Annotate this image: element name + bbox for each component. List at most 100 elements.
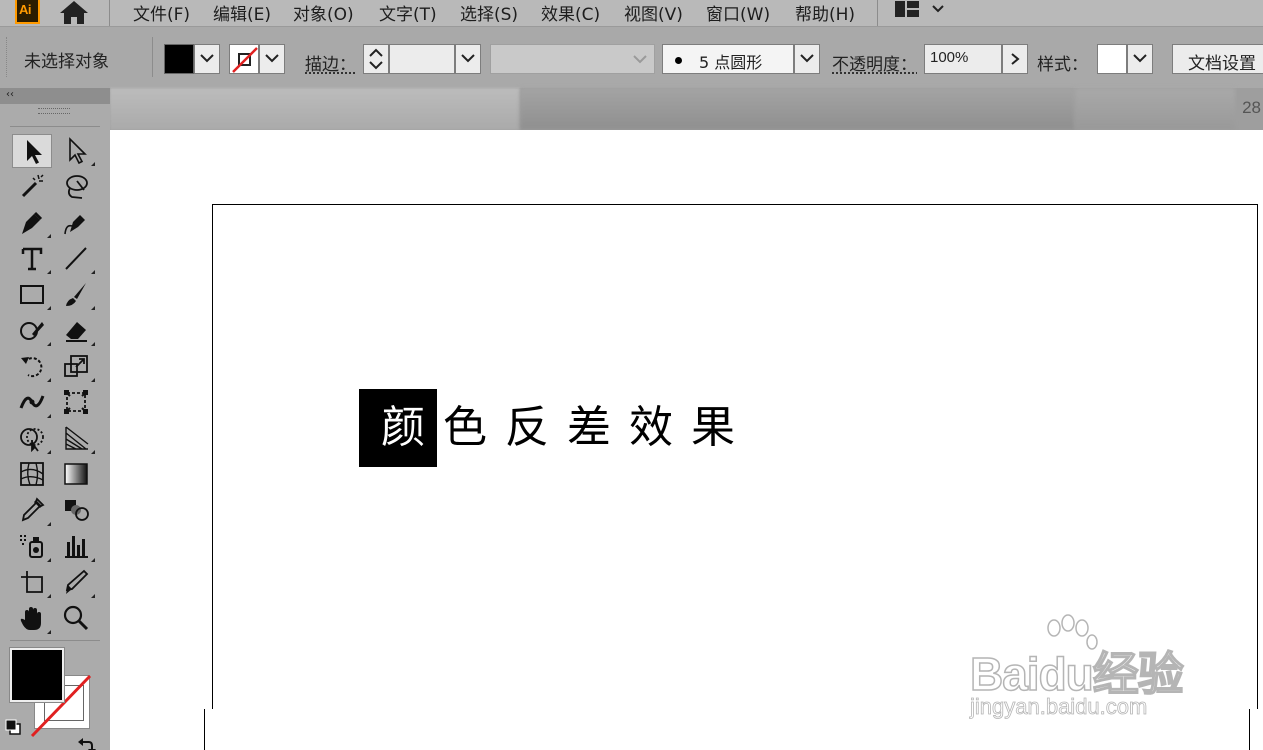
selection-tool[interactable]	[12, 134, 52, 168]
menu-window[interactable]: 窗口(W)	[706, 0, 770, 26]
fill-swatch[interactable]	[164, 44, 194, 74]
direct-selection-tool[interactable]	[56, 134, 96, 168]
menu-object[interactable]: 对象(O)	[293, 0, 354, 26]
rectangle-icon	[20, 285, 44, 304]
chevron-down-icon	[265, 54, 279, 63]
hand-icon	[20, 607, 41, 630]
stroke-weight-stepper[interactable]	[363, 44, 389, 74]
graphic-style-dropdown[interactable]	[1127, 44, 1153, 74]
control-separator	[152, 37, 153, 77]
document-tab[interactable]	[110, 88, 520, 130]
eyedropper-tool[interactable]	[12, 494, 52, 528]
word-char-5[interactable]: 效	[629, 402, 673, 454]
width-tool[interactable]	[12, 386, 52, 420]
fill-color-swatch[interactable]	[9, 647, 65, 703]
menu-separator	[877, 0, 878, 26]
artboard-tool[interactable]	[12, 566, 52, 600]
type-tool[interactable]	[12, 242, 52, 276]
curvature-tool[interactable]	[56, 206, 96, 240]
eraser-tool[interactable]	[56, 314, 96, 348]
mesh-tool[interactable]	[12, 458, 52, 492]
brush-shape: 点圆形	[714, 53, 763, 72]
symbol-sprayer-icon	[20, 535, 43, 558]
paintbrush-tool[interactable]	[56, 278, 96, 312]
perspective-grid-icon	[65, 426, 89, 450]
knife-icon	[65, 569, 89, 594]
magic-wand-tool[interactable]	[12, 170, 52, 204]
shaper-tool[interactable]	[12, 314, 52, 348]
slice-tool[interactable]	[56, 566, 96, 600]
stroke-swatch[interactable]	[229, 44, 259, 74]
menu-type[interactable]: 文字(T)	[379, 0, 437, 26]
workspace-switcher-icon[interactable]	[895, 0, 951, 22]
gradient-icon	[64, 463, 88, 485]
opacity-slider-button[interactable]	[1002, 44, 1028, 74]
stroke-weight-input[interactable]	[389, 44, 455, 74]
collapse-icon[interactable]: ‹‹	[6, 89, 14, 100]
control-bar-grip[interactable]	[6, 37, 9, 77]
word-char-4[interactable]: 差	[567, 402, 611, 454]
chevron-down-icon	[1133, 54, 1147, 63]
stroke-weight-dropdown[interactable]	[455, 44, 481, 74]
eraser-icon	[66, 322, 87, 342]
zoom-tool[interactable]	[56, 602, 96, 636]
blend-tool[interactable]	[56, 494, 96, 528]
tools-panel-header[interactable]: ‹‹	[0, 88, 110, 104]
document-tab[interactable]	[1075, 88, 1235, 130]
menu-select[interactable]: 选择(S)	[460, 0, 518, 26]
free-transform-tool[interactable]	[56, 386, 96, 420]
hollow-arrow-icon	[69, 137, 87, 164]
rectangle-tool[interactable]	[12, 278, 52, 312]
opacity-input[interactable]: 100%	[924, 44, 1002, 74]
brush-dropdown[interactable]	[794, 44, 820, 74]
menu-file[interactable]: 文件(F)	[133, 0, 190, 26]
artboard-edge	[104, 709, 1263, 750]
chevron-down-icon	[200, 54, 214, 63]
stroke-dropdown[interactable]	[259, 44, 285, 74]
hand-tool[interactable]	[12, 602, 52, 636]
column-graph-tool[interactable]	[56, 530, 96, 564]
app-logo-icon[interactable]: Ai	[15, 0, 40, 24]
brush-points: 5	[699, 53, 710, 72]
width-icon	[19, 395, 45, 409]
menu-effect[interactable]: 效果(C)	[541, 0, 600, 26]
brush-definition[interactable]: 5 点圆形	[662, 44, 794, 74]
symbol-sprayer-tool[interactable]	[12, 530, 52, 564]
document-tab[interactable]	[520, 88, 1075, 130]
word-char-3[interactable]: 反	[505, 402, 549, 454]
menu-help[interactable]: 帮助(H)	[795, 0, 855, 26]
tools-panel-grip[interactable]	[38, 108, 70, 114]
stroke-label[interactable]: 描边：	[305, 50, 356, 75]
menu-edit[interactable]: 编辑(E)	[213, 0, 271, 26]
line-segment-tool[interactable]	[56, 242, 96, 276]
line-icon	[65, 247, 87, 270]
lasso-tool[interactable]	[56, 170, 96, 204]
perspective-grid-tool[interactable]	[56, 422, 96, 456]
mesh-icon	[20, 462, 44, 486]
scale-tool[interactable]	[56, 350, 96, 384]
menu-separator	[109, 0, 110, 26]
chevron-down-icon	[633, 55, 647, 64]
scale-icon	[64, 355, 88, 377]
word-char-6[interactable]: 果	[691, 402, 735, 454]
column-graph-icon	[65, 536, 88, 558]
tools-panel-edge	[104, 709, 110, 750]
magnifier-icon	[63, 605, 89, 631]
word-char-2[interactable]: 色	[443, 402, 487, 454]
rotate-tool[interactable]	[12, 350, 52, 384]
document-setup-button[interactable]: 文档设置	[1172, 44, 1263, 74]
free-transform-icon	[64, 390, 88, 414]
arrow-icon	[27, 140, 42, 164]
magic-wand-icon	[21, 174, 44, 198]
pen-tool[interactable]	[12, 206, 52, 240]
default-fill-stroke-icon[interactable]	[4, 718, 22, 736]
graphic-style-swatch[interactable]	[1097, 44, 1127, 74]
gradient-tool[interactable]	[56, 458, 96, 492]
shape-builder-tool[interactable]	[12, 422, 52, 456]
fill-dropdown[interactable]	[194, 44, 220, 74]
opacity-label[interactable]: 不透明度：	[832, 50, 917, 75]
home-icon[interactable]	[58, 0, 90, 26]
swap-fill-stroke-icon[interactable]	[76, 736, 96, 750]
word-char-1[interactable]: 颜	[381, 402, 425, 454]
menu-view[interactable]: 视图(V)	[624, 0, 683, 26]
